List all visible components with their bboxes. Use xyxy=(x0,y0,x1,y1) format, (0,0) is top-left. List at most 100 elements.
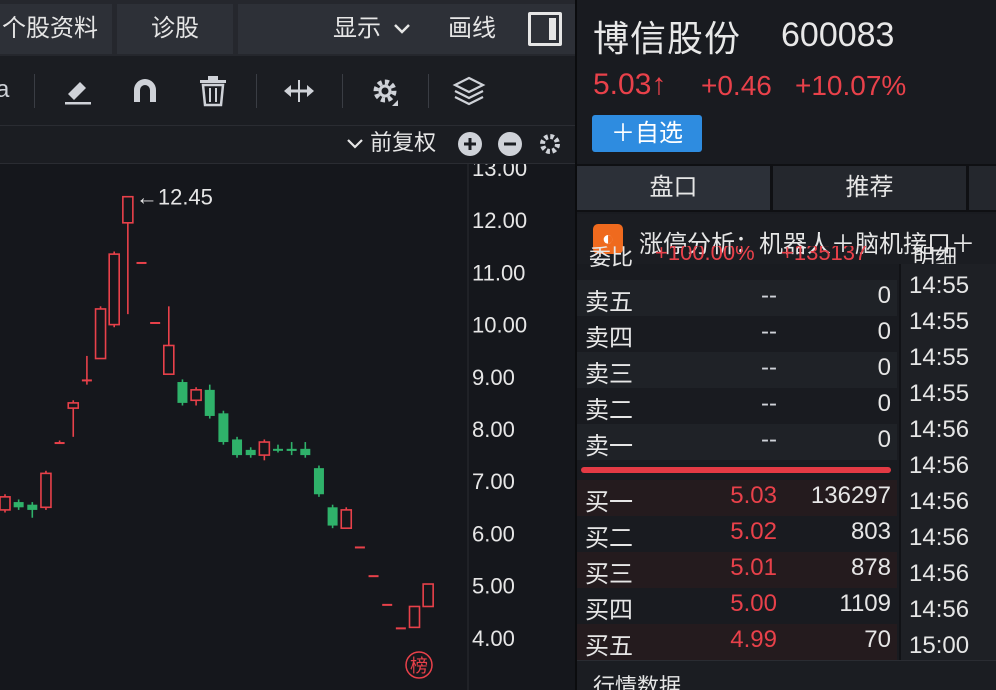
zoom-in-icon[interactable] xyxy=(458,132,482,156)
partial-tool-label[interactable]: a xyxy=(0,76,9,104)
y-tick-label: 7.00 xyxy=(472,469,515,494)
zoom-out-icon[interactable] xyxy=(498,132,522,156)
y-tick-label: 8.00 xyxy=(472,417,515,442)
sell-row[interactable]: 卖四 -- 0 xyxy=(577,316,897,352)
bid-ratio-label: 委比 xyxy=(589,246,634,270)
y-tick-label: 9.00 xyxy=(472,365,515,390)
tick-time: 14:55 xyxy=(909,308,970,335)
buy-row[interactable]: 买一 5.03 136297 xyxy=(577,480,897,516)
layers-icon[interactable] xyxy=(452,74,486,108)
candle-body xyxy=(408,605,421,629)
add-watchlist-button[interactable]: ＋自选 xyxy=(592,115,702,152)
tab-order-book[interactable]: 盘口 xyxy=(577,166,770,210)
tab-recommend[interactable]: 推荐 xyxy=(773,166,966,210)
tick-time: 14:56 xyxy=(909,596,970,623)
candle-body xyxy=(273,448,283,451)
order-volume: 0 xyxy=(877,426,891,453)
price-change-percent: +10.07% xyxy=(795,70,907,101)
candle-body xyxy=(190,389,202,402)
candle-body xyxy=(163,344,175,375)
magnet-icon[interactable] xyxy=(128,74,162,108)
candle-body xyxy=(245,449,256,456)
market-data-bar[interactable]: 行情数据 xyxy=(577,660,996,690)
order-price: 4.99 xyxy=(730,626,777,653)
order-level-label: 买二 xyxy=(585,525,633,552)
tab-diagnosis[interactable]: 诊股 xyxy=(117,4,233,54)
buy-row[interactable]: 买五 4.99 70 xyxy=(577,624,897,660)
order-volume: 0 xyxy=(877,318,891,345)
order-price: -- xyxy=(761,282,777,309)
kline-chart[interactable]: 13.00 12.00 11.00 10.00 9.00 8.00 7.00 6.00 5.00… xyxy=(0,164,575,690)
tab-more[interactable] xyxy=(969,166,996,210)
candle-body xyxy=(368,575,379,578)
adjust-mode-dropdown[interactable]: 前复权 xyxy=(346,126,436,164)
toolbar-divider xyxy=(256,74,257,108)
ranking-badge-label: 榜 xyxy=(410,656,428,677)
gear-icon[interactable] xyxy=(368,74,402,108)
quote-tabs: 盘口 推荐 xyxy=(577,164,996,212)
buy-row[interactable]: 买四 5.00 1109 xyxy=(577,588,897,624)
order-level-label: 卖四 xyxy=(585,325,633,352)
candle-body xyxy=(122,195,134,224)
candle-body xyxy=(286,448,297,451)
order-volume: 803 xyxy=(850,518,891,545)
candle-body xyxy=(218,413,229,443)
candle-body xyxy=(136,261,147,264)
last-price: 5.03↑ xyxy=(593,68,667,101)
buy-row[interactable]: 买二 5.02 803 xyxy=(577,516,897,552)
display-menu-label: 显示 xyxy=(333,15,381,42)
trash-icon[interactable] xyxy=(196,74,230,108)
order-price: 5.01 xyxy=(730,554,777,581)
draw-line-button[interactable]: 画线 xyxy=(448,4,496,54)
candle-body xyxy=(340,509,353,529)
candle-body xyxy=(382,603,393,606)
candle-body xyxy=(40,472,52,509)
order-price: -- xyxy=(761,354,777,381)
order-volume: 0 xyxy=(877,354,891,381)
buy-row[interactable]: 买三 5.01 878 xyxy=(577,552,897,588)
tab-stock-profile[interactable]: 个股资料 xyxy=(0,4,112,54)
order-price: 5.03 xyxy=(730,482,777,509)
sell-row[interactable]: 卖一 -- 0 xyxy=(577,424,897,460)
market-data-label: 行情数据 xyxy=(593,674,682,690)
candle-body xyxy=(204,389,215,416)
tick-time: 15:00 xyxy=(909,632,970,659)
order-level-label: 买三 xyxy=(585,561,633,588)
tick-time: 14:56 xyxy=(909,452,970,479)
spread-divider xyxy=(581,467,891,473)
order-level-label: 买四 xyxy=(585,597,633,624)
sell-row[interactable]: 卖二 -- 0 xyxy=(577,388,897,424)
price-change: +0.46 xyxy=(701,70,772,101)
candle-body xyxy=(27,504,38,510)
tab-stock-profile-label: 个股资料 xyxy=(2,15,98,42)
candle-body xyxy=(258,441,271,456)
order-level-label: 买一 xyxy=(585,489,633,516)
stock-name: 博信股份 xyxy=(593,18,742,59)
candle-body xyxy=(300,448,311,456)
order-price: 5.00 xyxy=(730,590,777,617)
order-price: -- xyxy=(761,390,777,417)
panel-toggle-icon[interactable] xyxy=(528,12,562,46)
tab-diagnosis-label: 诊股 xyxy=(151,15,199,42)
y-tick-label: 10.00 xyxy=(472,313,527,338)
sell-row[interactable]: 卖三 -- 0 xyxy=(577,352,897,388)
tick-time: 14:55 xyxy=(909,344,970,371)
order-level-label: 买五 xyxy=(585,633,633,660)
candle-body xyxy=(177,382,188,403)
candle-body xyxy=(108,253,120,326)
tick-time: 14:56 xyxy=(909,488,970,515)
tick-detail-list[interactable]: 14:55 14:55 14:55 14:55 14:56 14:56 14:56 14:56… xyxy=(899,264,996,664)
bid-ratio-value: +100.00% xyxy=(655,246,755,265)
order-volume: 878 xyxy=(850,554,891,581)
order-level-label: 卖三 xyxy=(585,361,633,388)
candle-body xyxy=(150,321,161,324)
eraser-icon[interactable] xyxy=(60,74,94,108)
sell-row[interactable]: 卖五 -- 0 xyxy=(577,280,897,316)
quote-pane: 博信股份 600083 5.03↑ +0.46 +10.07% ＋自选 盘口 推… xyxy=(577,0,996,690)
display-menu-button[interactable]: 显示 xyxy=(333,4,412,54)
max-price-marker: ←12.45 xyxy=(136,185,213,210)
order-volume: 0 xyxy=(877,282,891,309)
expand-horizontal-icon[interactable] xyxy=(282,74,316,108)
chart-settings-icon[interactable] xyxy=(538,132,562,156)
candle-body xyxy=(313,468,324,495)
